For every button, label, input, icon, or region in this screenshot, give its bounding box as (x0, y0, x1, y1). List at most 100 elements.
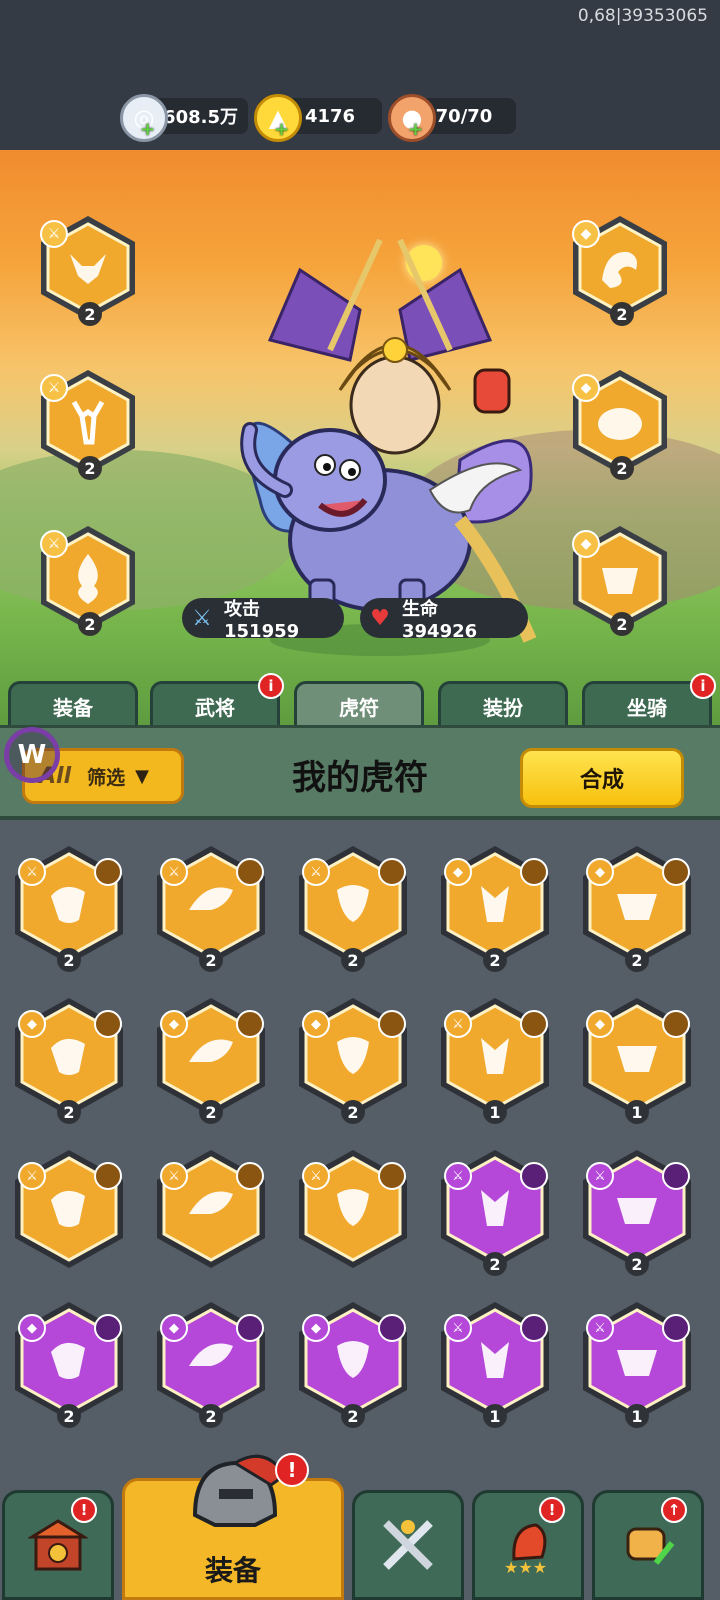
inventory-item[interactable]: ⚔ (6, 1146, 132, 1276)
sword-icon: ⚔ (310, 1168, 322, 1184)
nav-gate[interactable]: ! (2, 1490, 114, 1600)
inventory-item[interactable]: ◆ 2 (6, 994, 132, 1124)
sword-icon: ⚔ (26, 864, 38, 880)
tab-tiger-tallies[interactable]: 虎符 (294, 681, 424, 729)
category-tabs: 装备 武将 i 虎符 装扮 坐骑 i (0, 673, 720, 729)
inventory-item[interactable]: ⚔ 1 (574, 1298, 700, 1428)
tab-mounts-badge: i (690, 673, 716, 699)
inventory-item[interactable]: ◆ 2 (290, 994, 416, 1124)
equipped-slot-right-2[interactable]: ◆ 2 (558, 360, 682, 484)
equipped-slot-left-3[interactable]: ⚔ 2 (26, 516, 150, 640)
filter-label: 筛选 (87, 766, 126, 789)
stamina-value: 70/70 (435, 105, 493, 127)
tab-generals-badge: i (258, 673, 284, 699)
inventory-item[interactable]: ⚔ 2 (432, 1146, 558, 1276)
level-badge: 2 (78, 302, 102, 326)
level-badge: 2 (78, 612, 102, 636)
sword-icon: ⚔ (452, 1016, 464, 1032)
nav-battle[interactable] (352, 1490, 464, 1600)
level-badge: 2 (57, 948, 81, 972)
level-badge: 2 (199, 1404, 223, 1428)
equipped-slot-left-1[interactable]: ⚔ 2 (26, 206, 150, 330)
crossed-swords-icon (383, 1520, 433, 1570)
sword-icon: ⚔ (594, 1320, 606, 1336)
equipped-slot-left-2[interactable]: ⚔ 2 (26, 360, 150, 484)
gate-icon (28, 1519, 88, 1571)
silver-plus-icon[interactable]: + (140, 119, 155, 140)
level-badge: 2 (625, 948, 649, 972)
equipped-slot-right-1[interactable]: ◆ 2 (558, 206, 682, 330)
tab-equipment[interactable]: 装备 (8, 681, 138, 729)
nav-equipment-badge: ! (275, 1453, 309, 1487)
sword-icon: ⚔ (184, 600, 220, 636)
shield-icon: ◆ (572, 374, 600, 402)
shield-icon: ◆ (595, 1016, 605, 1032)
gold-resource[interactable]: ▲ 4176 + (254, 94, 382, 142)
hp-stat: ♥ 生命 394926 (360, 598, 528, 642)
sword-icon: ⚔ (26, 1168, 38, 1184)
sword-icon: ⚔ (452, 1320, 464, 1336)
tab-costume[interactable]: 装扮 (438, 681, 568, 729)
hero-scene: ⚔ 2 ⚔ 2 ⚔ 2 ◆ 2 ◆ 2 ◆ 2 (0, 150, 720, 725)
inventory-item[interactable]: ⚔ 1 (432, 994, 558, 1124)
inventory-item[interactable]: ◆ 2 (574, 842, 700, 972)
shield-icon: ◆ (311, 1320, 321, 1336)
inventory-item[interactable]: ◆ 2 (432, 842, 558, 972)
helmet-icon (192, 1454, 288, 1527)
inventory-item[interactable]: ◆ 1 (574, 994, 700, 1124)
nav-heroes[interactable]: ★★★ ! (472, 1490, 584, 1600)
inventory-item[interactable]: ⚔ 2 (290, 842, 416, 972)
stamina-plus-icon[interactable]: + (408, 119, 423, 140)
stamina-resource[interactable]: ● 70/70 + (388, 94, 516, 142)
nav-upgrade-badge: ↑ (661, 1497, 687, 1523)
sword-icon: ⚔ (452, 1168, 464, 1184)
silver-resource[interactable]: ◎ 2608.5万 + (120, 94, 248, 142)
sword-icon: ⚔ (40, 530, 68, 558)
level-badge: 2 (199, 1100, 223, 1124)
nav-gate-badge: ! (71, 1497, 97, 1523)
level-badge: 2 (625, 1252, 649, 1276)
level-badge: 2 (483, 1252, 507, 1276)
chevron-down-icon: ▼ (135, 765, 149, 787)
svg-text:★★★: ★★★ (504, 1558, 547, 1577)
level-badge: 1 (625, 1100, 649, 1124)
watermark-logo-icon: W (4, 727, 60, 783)
level-badge: 2 (199, 948, 223, 972)
level-badge: 2 (610, 612, 634, 636)
sword-icon: ⚔ (168, 864, 180, 880)
level-badge: 2 (341, 1404, 365, 1428)
inventory-item[interactable]: ⚔ 2 (574, 1146, 700, 1276)
shield-icon: ◆ (27, 1320, 37, 1336)
bottom-nav: ! ! 装备 ★★★ ! ↑ (0, 1453, 720, 1600)
hp-value: 生命 394926 (402, 598, 478, 642)
inventory-item[interactable]: ◆ 2 (290, 1298, 416, 1428)
sword-icon: ⚔ (40, 220, 68, 248)
inventory-item[interactable]: ⚔ 2 (6, 842, 132, 972)
sword-icon: ⚔ (40, 374, 68, 402)
merge-button[interactable]: 合成 (520, 748, 684, 808)
level-badge: 2 (341, 1100, 365, 1124)
sword-icon: ⚔ (310, 864, 322, 880)
nav-upgrade[interactable]: ↑ (592, 1490, 704, 1600)
inventory-item[interactable]: ◆ 2 (6, 1298, 132, 1428)
shield-icon: ◆ (169, 1016, 179, 1032)
inventory-item[interactable]: ⚔ (290, 1146, 416, 1276)
inventory-item[interactable]: ⚔ 2 (148, 842, 274, 972)
level-badge: 2 (610, 302, 634, 326)
gold-plus-icon[interactable]: + (274, 119, 289, 140)
inventory-item[interactable]: ⚔ 1 (432, 1298, 558, 1428)
inventory-item[interactable]: ⚔ (148, 1146, 274, 1276)
inventory-item[interactable]: ◆ 2 (148, 1298, 274, 1428)
shield-icon: ◆ (27, 1016, 37, 1032)
inventory-item[interactable]: ◆ 2 (148, 994, 274, 1124)
equipped-slot-right-3[interactable]: ◆ 2 (558, 516, 682, 640)
attack-stat: ⚔ 攻击 151959 (182, 598, 344, 642)
level-badge: 2 (610, 456, 634, 480)
gold-value: 4176 (304, 105, 356, 127)
shield-icon: ◆ (572, 530, 600, 558)
sword-icon: ⚔ (594, 1168, 606, 1184)
shield-icon: ◆ (595, 864, 605, 880)
nav-equipment[interactable]: ! 装备 (122, 1453, 344, 1600)
level-badge: 1 (483, 1404, 507, 1428)
level-badge: 2 (483, 948, 507, 972)
